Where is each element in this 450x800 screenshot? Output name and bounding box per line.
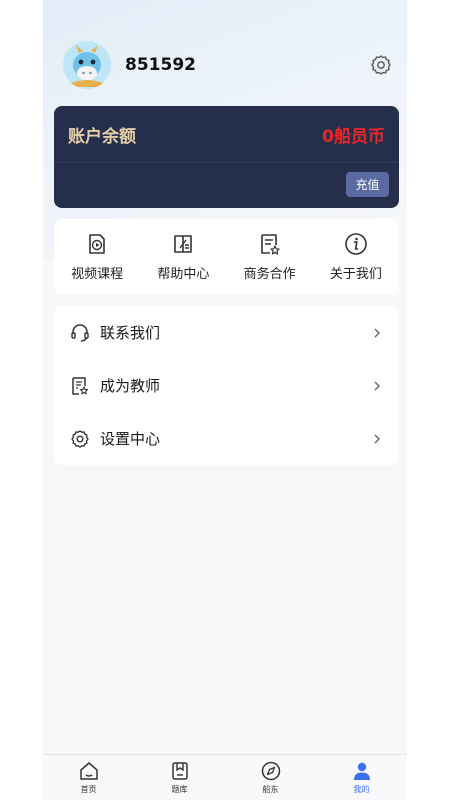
headset-icon: [71, 323, 89, 342]
compass-icon: [261, 761, 280, 781]
menu-item-label: 设置中心: [100, 430, 161, 448]
help-book-icon: [174, 235, 193, 253]
menu-item-settings[interactable]: 设置中心: [54, 412, 399, 465]
chevron-right-icon: [374, 328, 380, 337]
divider: [54, 162, 399, 163]
info-icon: [345, 233, 367, 255]
tab-label: 船东: [262, 785, 279, 794]
cow-avatar-icon: [71, 45, 103, 87]
chevron-right-icon: [374, 381, 380, 390]
user-icon: [353, 762, 370, 780]
document-star-icon: [260, 234, 280, 255]
menu-item-contact-us[interactable]: 联系我们: [54, 306, 399, 359]
document-star-icon: [72, 376, 89, 395]
menu-list: 联系我们 成为教师 设置中心: [54, 306, 399, 465]
my-page: 851592 账户余额 0船员币 充值 视频课程 帮助中心 商务合作 关于我们 …: [43, 0, 407, 800]
quick-link-label: 视频课程: [71, 267, 124, 282]
quick-link-business[interactable]: 商务合作: [227, 219, 313, 295]
tab-label: 我的: [353, 785, 370, 794]
settings-button[interactable]: [369, 53, 393, 77]
quick-link-help-center[interactable]: 帮助中心: [140, 219, 226, 295]
recharge-button[interactable]: 充值: [346, 172, 389, 197]
tab-label: 题库: [171, 785, 188, 794]
question-bank-icon: [171, 762, 188, 780]
menu-item-label: 联系我们: [100, 324, 161, 342]
quick-links: 视频课程 帮助中心 商务合作 关于我们: [54, 219, 399, 295]
tab-mine[interactable]: 我的: [316, 755, 407, 800]
bottom-tab-bar: 首页 题库 船东 我的: [43, 754, 407, 800]
quick-link-video-courses[interactable]: 视频课程: [54, 219, 140, 295]
home-icon: [79, 762, 98, 780]
menu-item-label: 成为教师: [100, 377, 161, 395]
profile-header[interactable]: 851592: [63, 40, 196, 90]
video-icon: [89, 234, 105, 254]
quick-link-label: 帮助中心: [157, 267, 210, 282]
balance-value: 0船员币: [322, 127, 385, 147]
tab-label: 首页: [80, 785, 97, 794]
balance-label: 账户余额: [68, 127, 136, 147]
menu-item-become-teacher[interactable]: 成为教师: [54, 359, 399, 412]
gear-icon: [71, 429, 89, 448]
quick-link-label: 商务合作: [243, 267, 296, 282]
tab-shipowner[interactable]: 船东: [225, 755, 316, 800]
gear-icon: [371, 55, 391, 75]
avatar[interactable]: [63, 41, 111, 89]
tab-question-bank[interactable]: 题库: [134, 755, 225, 800]
quick-link-label: 关于我们: [329, 267, 382, 282]
tab-home[interactable]: 首页: [43, 755, 134, 800]
balance-card: 账户余额 0船员币 充值: [54, 106, 399, 208]
quick-link-about-us[interactable]: 关于我们: [313, 219, 399, 295]
chevron-right-icon: [374, 434, 380, 443]
username: 851592: [125, 55, 196, 75]
